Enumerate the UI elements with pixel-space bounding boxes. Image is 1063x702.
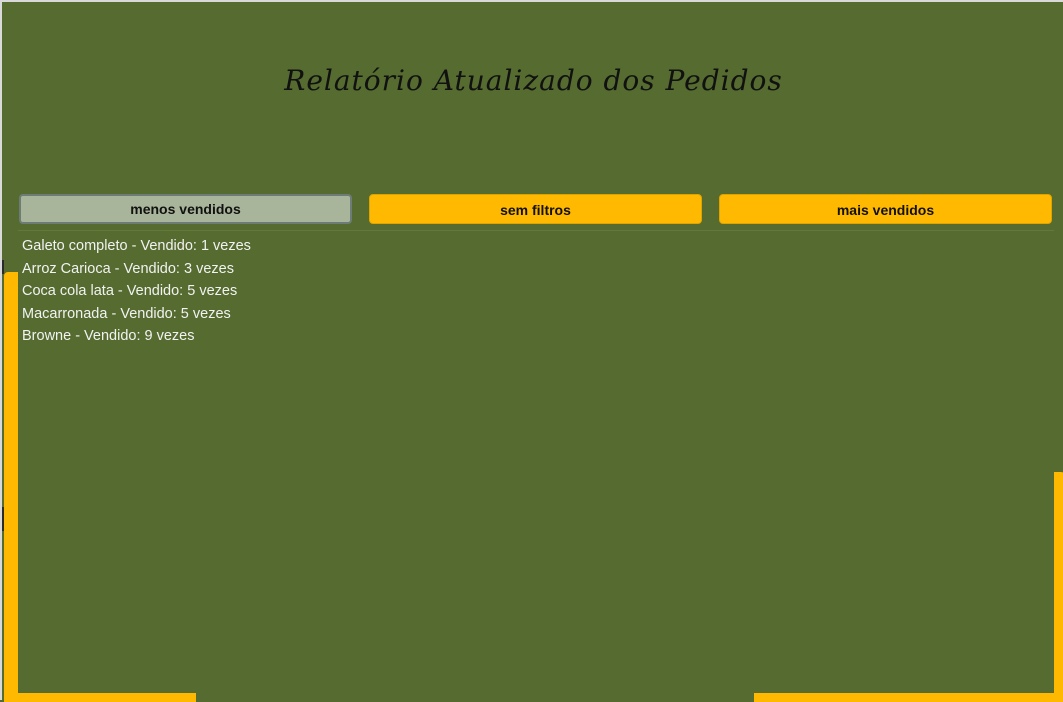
page-title: Relatório Atualizado dos Pedidos (284, 64, 783, 97)
app-window: Relatório Atualizado dos Pedidos menos v… (0, 0, 1063, 702)
window-edge-mark (2, 507, 4, 531)
list-item[interactable]: Coca cola lata - Vendido: 5 vezes (22, 281, 1054, 304)
less-sold-button[interactable]: menos vendidos (19, 194, 352, 224)
right-accent-edge (1054, 472, 1063, 702)
no-filter-button[interactable]: sem filtros (369, 194, 702, 224)
most-sold-button[interactable]: mais vendidos (719, 194, 1052, 224)
left-accent-edge (4, 272, 18, 702)
list-item[interactable]: Macarronada - Vendido: 5 vezes (22, 304, 1054, 327)
window-edge-mark (2, 260, 4, 274)
orders-list-panel[interactable]: Galeto completo - Vendido: 1 vezes Arroz… (18, 230, 1054, 693)
list-item[interactable]: Arroz Carioca - Vendido: 3 vezes (22, 259, 1054, 282)
orders-list: Galeto completo - Vendido: 1 vezes Arroz… (18, 231, 1054, 349)
list-item[interactable]: Galeto completo - Vendido: 1 vezes (22, 236, 1054, 259)
filter-bar: menos vendidos sem filtros mais vendidos (19, 194, 1053, 225)
list-item[interactable]: Browne - Vendido: 9 vezes (22, 326, 1054, 349)
